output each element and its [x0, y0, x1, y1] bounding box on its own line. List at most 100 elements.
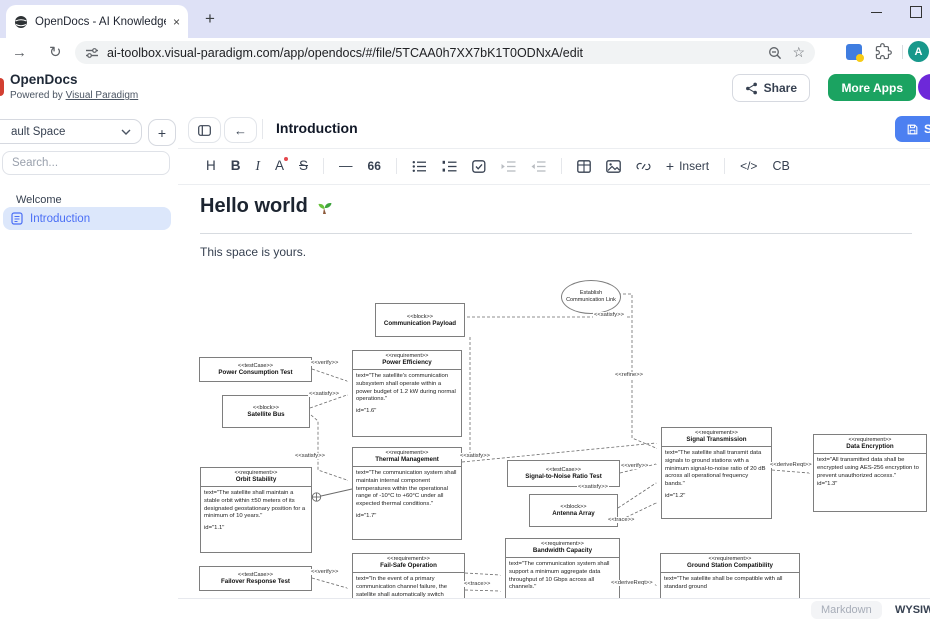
italic-button[interactable]: I — [256, 159, 261, 173]
diagram-node-data-encryption: <<requirement>> Data Encryption text="Al… — [813, 434, 927, 512]
document-title: Introduction — [276, 120, 358, 136]
favicon-globe-icon — [14, 15, 28, 29]
zoom-out-icon[interactable] — [768, 46, 782, 60]
edge-label-deriveReqt: <<deriveReqt>> — [769, 462, 813, 468]
minimize-icon[interactable] — [871, 12, 882, 13]
edge-label-satisfy: <<satisfy>> — [593, 312, 625, 318]
edge-label-satisfy: <<satisfy>> — [577, 484, 609, 490]
add-space-button[interactable]: + — [148, 119, 176, 146]
node-text: text="The communication system shall mai… — [356, 470, 458, 509]
diagram-node-antenna-array: <<block>> Antenna Array — [529, 494, 618, 527]
sidebar-item-label: Introduction — [30, 213, 90, 225]
markdown-mode-button[interactable]: Markdown — [811, 601, 882, 619]
indent-button[interactable] — [501, 160, 516, 173]
plus-icon: + — [666, 158, 674, 174]
code-block-button[interactable]: CB — [772, 160, 789, 173]
node-id: id="1.1" — [204, 525, 308, 533]
maximize-icon[interactable] — [910, 6, 922, 18]
visual-paradigm-link[interactable]: Visual Paradigm — [66, 90, 139, 101]
diagram-node-orbit-stability: <<requirement>> Orbit Stability text="Th… — [200, 467, 312, 553]
bullet-list-button[interactable] — [412, 160, 427, 173]
wysiwyg-mode-button[interactable]: WYSIWYG — [887, 601, 930, 619]
app-header: OpenDocs Powered by Visual Paradigm Shar… — [0, 66, 930, 111]
node-name: Power Efficiency — [355, 359, 459, 366]
extensions-puzzle-icon[interactable] — [875, 43, 892, 60]
more-apps-button[interactable]: More Apps — [828, 74, 916, 101]
image-button[interactable] — [606, 160, 621, 173]
insert-button[interactable]: + Insert — [666, 158, 709, 174]
node-text: text="The satellite shall be compatible … — [664, 576, 796, 592]
node-name: Thermal Management — [355, 456, 459, 463]
node-name: Power Consumption Test — [218, 369, 292, 376]
node-text: text="The communication system shall sup… — [509, 561, 616, 592]
blockquote-button[interactable]: 66 — [368, 160, 381, 172]
url-text[interactable]: ai-toolbox.visual-paradigm.com/app/opend… — [107, 46, 760, 60]
node-name: Fail-Safe Operation — [355, 562, 462, 569]
edge-label-trace: <<trace>> — [607, 517, 635, 523]
browser-profile-avatar[interactable]: A — [908, 41, 929, 62]
checklist-button[interactable] — [472, 160, 486, 173]
visual-paradigm-extension-icon[interactable] — [846, 44, 862, 60]
edge-label-verify: <<verify>> — [310, 569, 339, 575]
save-button[interactable]: Save — [895, 116, 930, 142]
diagram-node-failover-response-test: <<testCase>> Failover Response Test — [199, 566, 312, 591]
space-name: ault Space — [0, 126, 121, 138]
requirements-diagram[interactable]: Establish Communication Link <<block>> C… — [180, 268, 930, 598]
heading-underline — [200, 233, 912, 234]
table-button[interactable] — [577, 160, 591, 173]
font-color-button[interactable]: A — [275, 159, 284, 173]
search-input[interactable] — [2, 151, 170, 175]
toolbar-divider — [396, 158, 397, 174]
sidebar: ault Space + Welcome Introduction — [0, 110, 179, 620]
node-text: text="In the event of a primary communic… — [356, 576, 461, 598]
link-button[interactable] — [636, 160, 651, 173]
document-canvas[interactable]: Hello world This space is yours. — [178, 185, 930, 598]
node-name: Signal Transmission — [664, 436, 769, 443]
bold-button[interactable]: B — [231, 159, 241, 173]
strikethrough-button[interactable]: S — [299, 159, 308, 173]
address-bar[interactable]: ai-toolbox.visual-paradigm.com/app/opend… — [75, 41, 815, 64]
node-text: text="The satellite shall maintain a sta… — [204, 490, 308, 521]
reload-icon[interactable]: ↻ — [49, 43, 62, 61]
share-button[interactable]: Share — [732, 74, 810, 102]
toggle-sidebar-button[interactable] — [188, 117, 221, 143]
site-settings-icon[interactable] — [85, 46, 99, 60]
space-selector[interactable]: ault Space — [0, 119, 142, 144]
editor-topbar: ← Introduction Save — [178, 110, 930, 149]
document-heading: Hello world — [200, 195, 334, 218]
node-name: Orbit Stability — [203, 476, 309, 483]
node-text: text="The satellite shall transmit data … — [665, 450, 768, 489]
outdent-button[interactable] — [531, 160, 546, 173]
document-paragraph: This space is yours. — [200, 245, 306, 259]
save-label: Save — [924, 122, 930, 136]
user-avatar[interactable] — [918, 74, 930, 100]
formatting-toolbar: H B I A S — 66 — [178, 148, 930, 185]
back-arrow-icon: ← — [234, 123, 247, 138]
browser-tab-strip: OpenDocs - AI Knowledge Base × + — [0, 0, 930, 38]
editor-mode-bar: Markdown WYSIWYG — [178, 598, 930, 621]
app-title: OpenDocs — [10, 72, 78, 87]
edge-label-satisfy: <<satisfy>> — [294, 453, 326, 459]
diagram-node-bandwidth-capacity: <<requirement>> Bandwidth Capacity text=… — [505, 538, 620, 598]
powered-by-prefix: Powered by — [10, 90, 66, 101]
inline-code-button[interactable]: </> — [740, 160, 757, 172]
horizontal-rule-button[interactable]: — — [339, 159, 353, 173]
numbered-list-button[interactable] — [442, 160, 457, 173]
sidebar-item-introduction[interactable]: Introduction — [3, 207, 171, 230]
heading-text: Hello world — [200, 195, 308, 218]
document-icon — [11, 212, 23, 225]
node-name: Signal-to-Noise Ratio Test — [525, 473, 602, 480]
forward-icon[interactable]: → — [12, 44, 27, 61]
browser-tab[interactable]: OpenDocs - AI Knowledge Base × — [6, 5, 188, 38]
editor-pane: ← Introduction Save H B I A S — 66 — [178, 110, 930, 620]
heading-button[interactable]: H — [206, 159, 216, 173]
diagram-node-ground-station-compatibility: <<requirement>> Ground Station Compatibi… — [660, 553, 800, 598]
edge-label-satisfy: <<satisfy>> — [308, 391, 340, 397]
toolbar-divider — [561, 158, 562, 174]
node-name: Data Encryption — [816, 443, 924, 450]
bookmark-star-icon[interactable]: ☆ — [792, 44, 805, 61]
back-button[interactable]: ← — [224, 117, 257, 143]
sidebar-section-welcome: Welcome — [16, 194, 62, 206]
new-tab-button[interactable]: + — [205, 9, 215, 29]
tab-close-icon[interactable]: × — [173, 16, 180, 28]
